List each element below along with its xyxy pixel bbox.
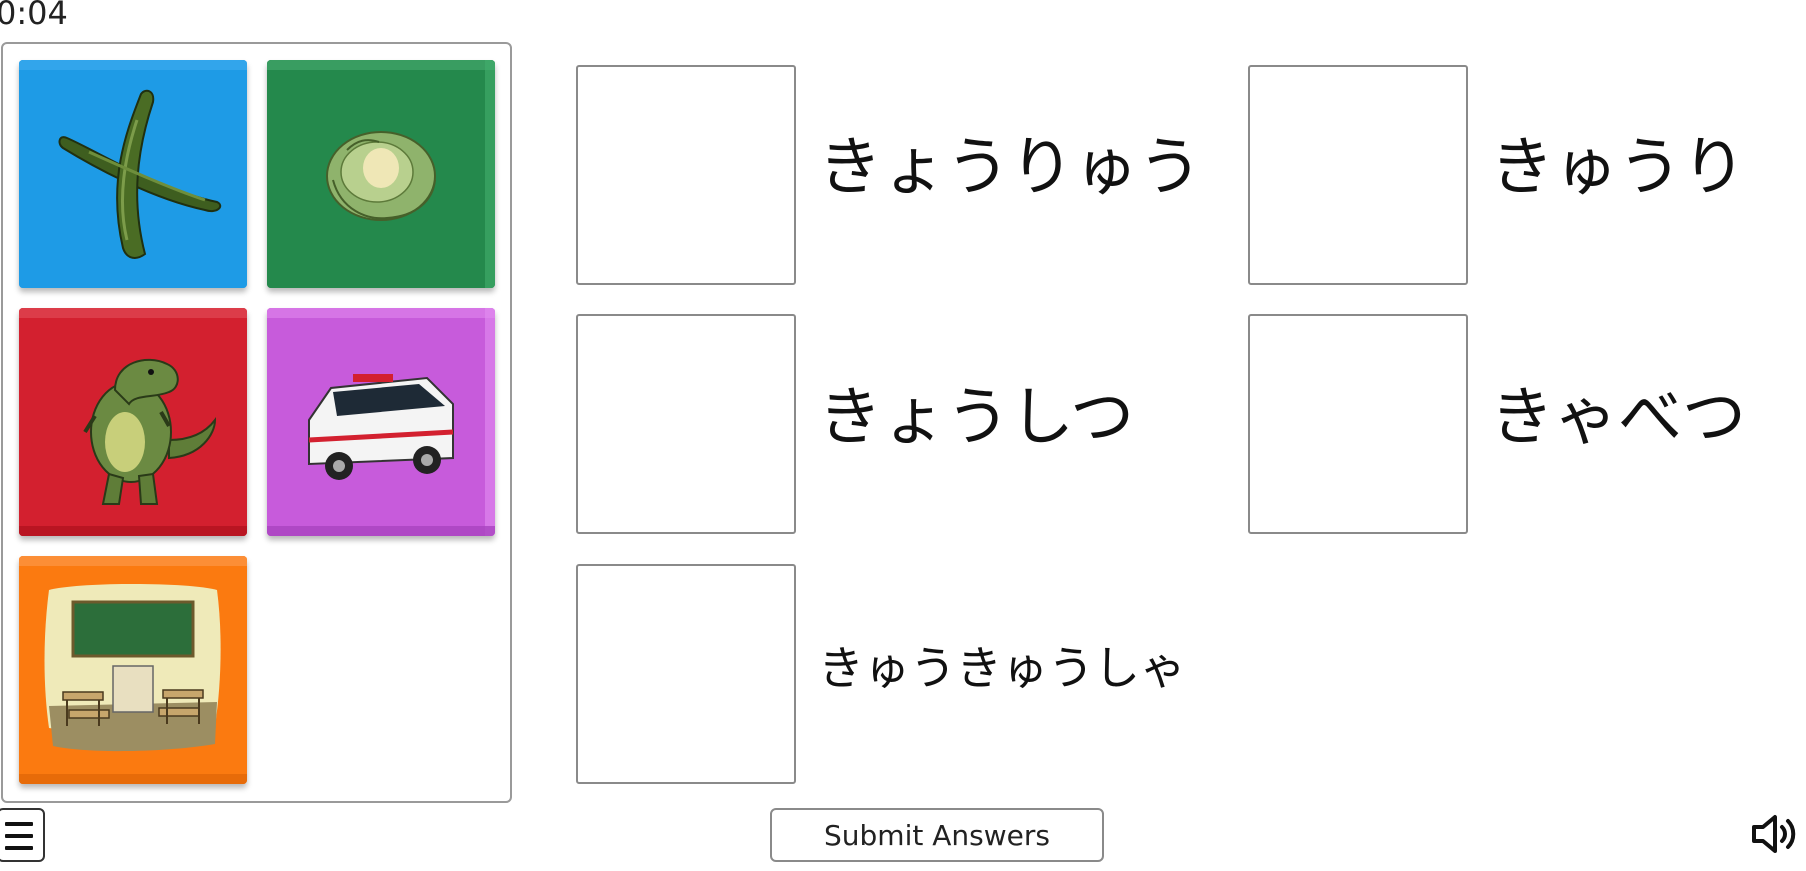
timer: 0:04 [0,0,68,32]
word-label-kyoushitsu: きょうしつ [818,381,1135,455]
word-label-kyabetsu: きゃべつ [1490,381,1746,455]
drop-zone-kyuuri[interactable] [1248,65,1468,285]
cabbage-image [267,60,495,288]
picture-card-cabbage[interactable] [267,60,495,288]
speaker-volume-icon[interactable] [1750,812,1800,856]
cucumber-image [19,60,247,288]
submit-answers-button[interactable]: Submit Answers [770,808,1104,862]
picture-card-classroom[interactable] [19,556,247,784]
drop-zone-kyoushitsu[interactable] [576,314,796,534]
word-label-kyuuri: きゅうり [1490,131,1746,205]
picture-card-cucumber[interactable] [19,60,247,288]
drop-zone-kyabetsu[interactable] [1248,314,1468,534]
picture-tray [1,42,512,803]
menu-line [5,822,33,826]
menu-line [5,846,33,850]
ambulance-image [267,308,495,536]
word-label-kyouryuu: きょうりゅう [818,131,1202,205]
picture-card-dinosaur[interactable] [19,308,247,536]
picture-card-ambulance[interactable] [267,308,495,536]
classroom-image [19,556,247,784]
word-label-kyuukyuusha: きゅうきゅうしゃ [818,641,1186,695]
drop-zone-kyouryuu[interactable] [576,65,796,285]
menu-line [5,834,33,838]
hamburger-menu-icon[interactable] [0,808,45,862]
drop-zone-kyuukyuusha[interactable] [576,564,796,784]
dinosaur-image [19,308,247,536]
